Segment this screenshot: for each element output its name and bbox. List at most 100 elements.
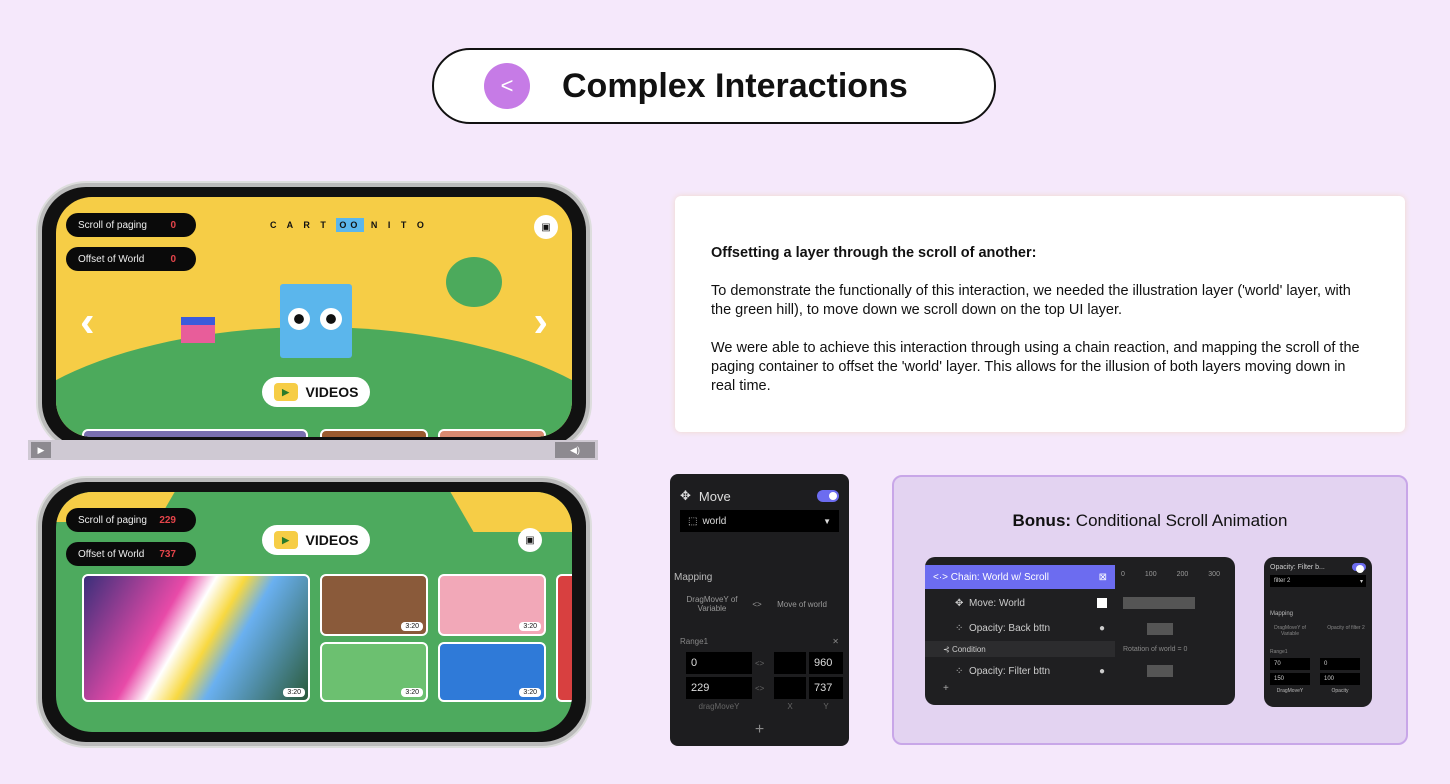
barn-illustration: [181, 317, 215, 343]
duration: 3:20: [401, 688, 423, 697]
timeline-ruler: 0 100 200 300: [1121, 571, 1220, 578]
opacity-icon: ⁘: [955, 665, 969, 677]
videos-button[interactable]: ▶ VIDEOS: [262, 525, 370, 555]
col-label: Y: [823, 702, 829, 711]
opacity-properties-panel: Opacity: Filter b... filter 2 ▾ Mapping D…: [1264, 557, 1372, 707]
condition-icon: ⊰: [943, 644, 952, 654]
move-icon: ✥: [955, 597, 969, 609]
label: Scroll of paging: [78, 514, 147, 526]
description-card: Offsetting a layer through the scroll of…: [675, 196, 1405, 432]
dot-icon: ●: [1098, 665, 1105, 677]
phone-mockup-scrolled: Scroll of paging 229 Offset of World 737 ▶…: [38, 478, 590, 746]
tv-icon[interactable]: ▣: [518, 528, 542, 552]
title-text: Complex Interactions: [562, 66, 908, 105]
close-icon[interactable]: ⊠: [1099, 572, 1107, 583]
dot-icon: ●: [1098, 622, 1105, 634]
chain-icon: <·>: [933, 571, 951, 583]
enable-toggle[interactable]: [817, 490, 839, 502]
input-from[interactable]: 229: [686, 677, 752, 699]
range-label: Range1: [680, 637, 709, 646]
label: Condition: [951, 644, 986, 654]
close-icon[interactable]: ✕: [832, 637, 839, 646]
label: Offset of World: [78, 253, 145, 265]
label: VIDEOS: [305, 384, 359, 400]
enable-toggle[interactable]: [1352, 563, 1366, 573]
timeline-bar[interactable]: [1147, 665, 1173, 677]
description-paragraph: To demonstrate the functionally of this …: [711, 283, 1351, 318]
label: Opacity: Back bttn: [968, 622, 1051, 634]
target-select[interactable]: ⬚ world ▼: [680, 510, 839, 532]
mapping-target: Move of world: [777, 599, 827, 609]
value: 229: [159, 514, 176, 526]
label: VIDEOS: [305, 532, 359, 548]
chevron-left-icon[interactable]: ‹: [80, 297, 95, 347]
mapping-label: Mapping: [674, 572, 713, 583]
checkbox[interactable]: [1097, 598, 1107, 608]
panel-title: Move: [698, 488, 731, 504]
label: Scroll of paging: [78, 219, 147, 231]
play-icon[interactable]: ▶: [31, 442, 51, 458]
chevron-right-icon[interactable]: ›: [533, 297, 548, 347]
col-label: DragMoveY: [1276, 688, 1304, 694]
input-to[interactable]: 100: [1320, 673, 1360, 685]
character-illustration: [280, 284, 352, 358]
video-thumbnail[interactable]: 3:20: [320, 574, 428, 636]
panel-title: Opacity: Filter b...: [1270, 563, 1325, 571]
add-range-button[interactable]: +: [680, 721, 839, 739]
duration: 3:20: [283, 688, 305, 697]
add-icon[interactable]: +: [943, 683, 949, 694]
video-thumbnail[interactable]: [556, 574, 572, 702]
input-from[interactable]: 70: [1270, 658, 1310, 670]
timeline-bar[interactable]: [1123, 597, 1195, 609]
chain-item[interactable]: ⁘ Opacity: Filter bttn ●: [925, 659, 1115, 683]
target-select[interactable]: filter 2 ▾: [1270, 575, 1366, 587]
input-y[interactable]: 737: [809, 677, 843, 699]
description-heading: Offsetting a layer through the scroll of…: [711, 245, 1037, 261]
video-thumbnail[interactable]: 3:20: [82, 574, 310, 702]
mapping-label: Mapping: [1270, 611, 1294, 617]
input-x[interactable]: [774, 652, 806, 674]
chain-item[interactable]: ✥ Move: World: [925, 591, 1115, 615]
mapping-target: Opacity of filter 2: [1327, 625, 1365, 631]
label: Opacity: Filter bttn: [968, 665, 1051, 677]
duration: 3:20: [519, 688, 541, 697]
layer-icon: ⬚: [688, 515, 698, 527]
video-thumbnail[interactable]: 3:20: [438, 642, 546, 702]
mapping-arrow: <>: [752, 599, 762, 609]
phone-mockup-initial: C A R T OO N I T O ▣ Scroll of paging 0 O…: [38, 183, 590, 451]
offset-readout: Offset of World 737: [66, 542, 196, 566]
opacity-icon: ⁘: [955, 622, 969, 634]
label: Chain: World w/ Scroll: [950, 571, 1049, 583]
video-thumbnail[interactable]: [82, 429, 308, 437]
input-from[interactable]: 0: [686, 652, 752, 674]
duration: 3:20: [519, 622, 541, 631]
value: 0: [170, 219, 176, 231]
videos-button[interactable]: ▶ VIDEOS: [262, 377, 370, 407]
volume-icon[interactable]: ◀): [555, 442, 595, 458]
scroll-readout: Scroll of paging 229: [66, 508, 196, 532]
video-thumbnail[interactable]: [438, 429, 546, 437]
chain-timeline-panel: <·> Chain: World w/ Scroll ⊠ ✥ Move: Worl…: [925, 557, 1235, 705]
bonus-title: Bonus: Conditional Scroll Animation: [1012, 511, 1288, 530]
chain-item[interactable]: ⁘ Opacity: Back bttn ●: [925, 616, 1115, 640]
tv-icon[interactable]: ▣: [534, 215, 558, 239]
input-to[interactable]: 0: [1320, 658, 1360, 670]
chain-header[interactable]: <·> Chain: World w/ Scroll ⊠: [925, 565, 1115, 589]
input-x[interactable]: [774, 677, 806, 699]
value: 737: [159, 548, 176, 560]
move-icon: ✥: [680, 488, 691, 503]
scroll-readout: Scroll of paging 0: [66, 213, 196, 237]
description-paragraph: We were able to achieve this interaction…: [711, 340, 1360, 394]
value: 0: [170, 253, 176, 265]
video-thumbnail[interactable]: 3:20: [320, 642, 428, 702]
condition-row[interactable]: ⊰ Condition: [925, 641, 1115, 657]
video-thumbnail[interactable]: 3:20: [438, 574, 546, 636]
input-from[interactable]: 150: [1270, 673, 1310, 685]
video-thumbnail[interactable]: [320, 429, 428, 437]
label: Move: World: [968, 597, 1025, 609]
timeline-bar[interactable]: [1147, 623, 1173, 635]
mapping-source: DragMoveY of Variable: [1274, 625, 1306, 637]
chevron-down-icon: ▼: [823, 516, 831, 526]
share-nodes-icon: <: [484, 63, 530, 109]
input-y[interactable]: 960: [809, 652, 843, 674]
